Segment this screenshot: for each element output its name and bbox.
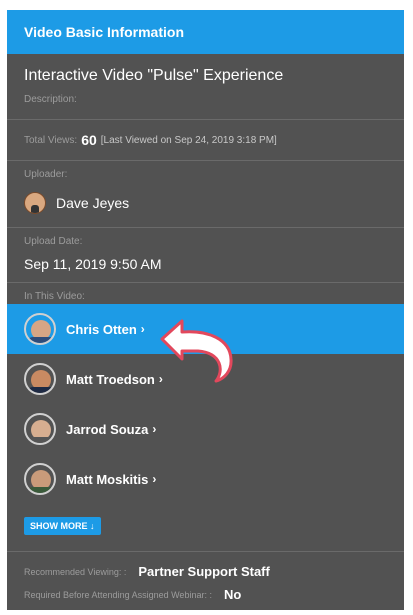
description-section: Description: (7, 88, 404, 120)
last-viewed: [Last Viewed on Sep 24, 2019 3:18 PM] (100, 134, 277, 146)
arrow-down-icon: ↓ (90, 521, 95, 531)
curved-arrow-annotation-icon (160, 319, 233, 383)
show-more-label: SHOW MORE (30, 521, 88, 531)
uploader-label: Uploader: (24, 169, 68, 180)
header-title: Video Basic Information (24, 24, 184, 40)
description-label: Description: (24, 94, 77, 105)
recommendation-section: Recommended Viewing: : Partner Support S… (7, 552, 404, 602)
views-section: Total Views: 60 [Last Viewed on Sep 24, … (7, 120, 404, 161)
uploader-section: Uploader: Dave Jeyes (7, 161, 404, 228)
person-name: Jarrod Souza (66, 421, 149, 437)
upload-date-section: Upload Date: Sep 11, 2019 9:50 AM (7, 228, 404, 283)
person-name: Matt Moskitis (66, 471, 149, 487)
chevron-right-icon: › (152, 422, 157, 436)
recommended-row: Recommended Viewing: : Partner Support S… (24, 564, 387, 579)
person-name: Matt Troedson (66, 371, 155, 387)
panel-header: Video Basic Information (7, 10, 404, 54)
uploader-name: Dave Jeyes (56, 195, 130, 211)
person-name: Chris Otten (66, 321, 137, 337)
person-item-jarrod-souza[interactable]: Jarrod Souza › (7, 404, 404, 454)
avatar (24, 313, 56, 345)
video-title: Interactive Video "Pulse" Experience (24, 67, 284, 84)
required-value: No (223, 587, 242, 602)
views-label: Total Views: (24, 134, 78, 146)
video-title-section: Interactive Video "Pulse" Experience (7, 54, 404, 88)
avatar (24, 463, 56, 495)
show-more-button[interactable]: SHOW MORE ↓ (24, 517, 101, 535)
uploader-row[interactable]: Dave Jeyes (24, 192, 387, 214)
upload-date: Sep 11, 2019 9:50 AM (24, 256, 162, 272)
views-count: 60 (81, 132, 97, 148)
required-row: Required Before Attending Assigned Webin… (24, 587, 387, 602)
in-video-label: In This Video: (24, 291, 85, 302)
chevron-right-icon: › (140, 322, 145, 336)
uploader-avatar (24, 192, 46, 214)
required-label: Required Before Attending Assigned Webin… (24, 589, 212, 600)
recommended-value: Partner Support Staff (138, 564, 270, 579)
avatar (24, 363, 56, 395)
person-item-matt-moskitis[interactable]: Matt Moskitis › (7, 454, 404, 504)
show-more-wrap: SHOW MORE ↓ (7, 504, 404, 552)
avatar (24, 413, 56, 445)
recommended-label: Recommended Viewing: : (24, 566, 127, 577)
upload-date-label: Upload Date: (24, 236, 83, 247)
chevron-right-icon: › (152, 472, 157, 486)
